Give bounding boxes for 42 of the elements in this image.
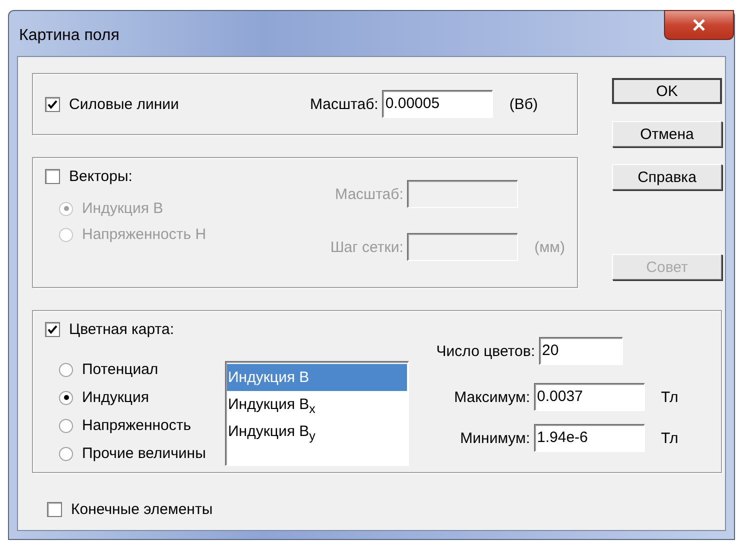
field-label: Масштаб: [310, 96, 378, 112]
radio-button[interactable] [59, 446, 73, 460]
window-title: Картина поля [18, 26, 120, 44]
list-item[interactable]: Индукция B$_{y}$ [227, 418, 407, 445]
radio-label: Потенциал [82, 361, 158, 378]
unit-label: Тл [661, 388, 678, 406]
radio-label: Напряженность [82, 417, 192, 434]
radio-button[interactable] [59, 390, 73, 404]
radio-button[interactable] [59, 418, 73, 432]
radio-label: Индукция B [82, 200, 164, 217]
list-item[interactable]: Индукция B$_{x}$ [227, 391, 407, 418]
input-field[interactable]: 1.94e-6 [534, 424, 645, 452]
checkbox-label: Конечные элементы [71, 501, 213, 518]
dialog-button[interactable]: Отмена [612, 121, 722, 147]
input-field[interactable]: 0.0037 [534, 383, 645, 411]
checkbox-label: Векторы: [69, 168, 132, 185]
field-label: Масштаб: [334, 186, 404, 202]
field-label: Минимум: [459, 430, 530, 446]
unit-label: Тл [661, 430, 678, 446]
dialog-button[interactable]: Справка [612, 164, 722, 190]
field-label: Число цветов: [435, 342, 535, 360]
close-button[interactable] [664, 10, 734, 40]
radio-label: Напряженность H [82, 226, 206, 243]
checkbox[interactable] [45, 96, 60, 112]
input-field[interactable]: 20 [539, 337, 623, 365]
checkbox-label: Цветная карта: [69, 321, 174, 338]
field-label: Шаг сетки: [329, 238, 404, 256]
list-box[interactable]: Индукция B Индукция B$_{x}$ Индукция B$_{y}$ [225, 361, 409, 466]
unit-label: (Вб) [509, 96, 538, 112]
checkbox[interactable] [45, 322, 60, 337]
list-item[interactable]: Индукция B [227, 364, 407, 391]
radio-label: Индукция [82, 389, 149, 406]
radio-label: Прочие величины [82, 445, 206, 462]
close-icon [692, 19, 706, 31]
dialog-button[interactable]: OK [612, 78, 722, 104]
input-field[interactable] [407, 233, 518, 261]
field-label: Максимум: [453, 388, 530, 406]
unit-label: (мм) [534, 238, 565, 256]
checkbox-label: Силовые линии [69, 96, 179, 112]
radio-button[interactable] [59, 362, 73, 376]
checkbox[interactable] [47, 502, 62, 517]
input-field[interactable]: 0.00005 [382, 90, 494, 118]
